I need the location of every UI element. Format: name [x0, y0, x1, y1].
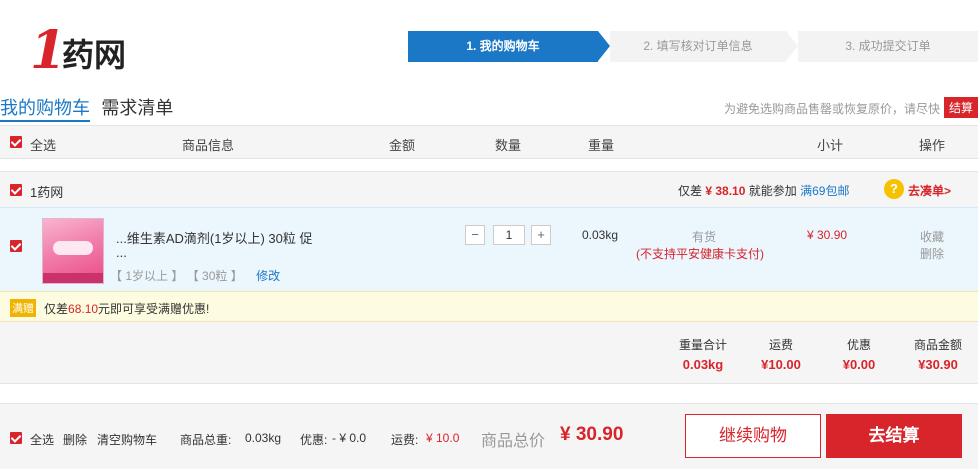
shop-name: 1药网 — [30, 185, 64, 200]
summary-goods: 商品金额 ¥30.90 — [903, 336, 973, 372]
stock-notice: 为避免选购商品售罄或恢复原价，请尽快 — [723, 102, 940, 116]
header-actions: 操作 — [919, 138, 946, 153]
item-checkbox[interactable] — [10, 240, 22, 252]
help-icon: ? — [884, 179, 904, 199]
step-arrow — [786, 31, 798, 61]
summary-discount-value: ¥0.00 — [842, 357, 876, 372]
product-name-line2[interactable]: ... — [116, 245, 127, 260]
footer-select-all-label: 全选 — [30, 433, 55, 447]
summary-shipping: 运费 ¥10.00 — [746, 336, 816, 372]
item-subtotal: ¥ 30.90 — [807, 228, 848, 242]
continue-shopping-button[interactable]: 继续购物 — [685, 414, 821, 458]
product-specs: 【 1岁以上 】 【 30粒 】 修改 — [110, 267, 280, 284]
footer-discount: - ¥ 0.0 — [332, 431, 367, 445]
summary-goods-label: 商品金额 — [913, 338, 962, 352]
svg-text:1: 1 — [30, 20, 66, 78]
checkout-button[interactable]: 去结算 — [826, 414, 962, 458]
summary-shipping-label: 运费 — [768, 338, 793, 352]
footer-delete-link[interactable]: 删除 — [63, 431, 87, 448]
clear-cart-link[interactable]: 清空购物车 — [97, 431, 157, 448]
tab-wishlist[interactable]: 需求清单 — [101, 96, 173, 120]
product-image[interactable] — [42, 218, 104, 284]
header-subtotal: 小计 — [817, 138, 844, 153]
product-image-pill — [53, 241, 93, 255]
item-weight: 0.03kg — [582, 228, 619, 242]
checkout-steps: 1. 我的购物车 2. 填写核对订单信息 3. 成功提交订单 — [408, 31, 978, 62]
gift-promo-tag: 满赠 — [10, 299, 36, 317]
gap-suffix: 就能参加 — [748, 184, 797, 198]
step-cart: 1. 我的购物车 — [408, 31, 598, 62]
step-fill-order: 2. 填写核对订单信息 — [610, 31, 786, 62]
summary-discount-label: 优惠 — [846, 338, 871, 352]
promo-amount: 68.10 — [68, 302, 99, 316]
header-quantity: 数量 — [495, 138, 522, 153]
delete-item-link[interactable]: 删除 — [920, 245, 944, 262]
total-weight-label: 商品总重: — [180, 433, 232, 447]
decrease-quantity-button[interactable]: − — [465, 225, 485, 245]
select-all-checkbox[interactable] — [10, 136, 22, 148]
promo-prefix: 仅差 — [44, 302, 69, 316]
total-weight: 0.03kg — [245, 431, 282, 445]
stock-status: 有货 — [692, 230, 717, 244]
favorite-link[interactable]: 收藏 — [920, 228, 944, 245]
footer-shipping: ¥ 10.0 — [426, 431, 460, 445]
gift-promo-text: 仅差68.10元即可享受满赠优惠! — [44, 300, 209, 317]
cart-tabs: 我的购物车 需求清单 — [0, 96, 181, 124]
shop-checkbox[interactable] — [10, 184, 22, 196]
footer-discount-label: 优惠: — [300, 433, 328, 447]
free-shipping-hint: 仅差 ¥ 38.10 就能参加 满69包邮 — [678, 182, 849, 199]
promo-suffix: 元即可享受满赠优惠! — [98, 302, 210, 316]
total-price: ¥ 30.90 — [560, 424, 624, 445]
increase-quantity-button[interactable]: + — [531, 225, 551, 245]
header-amount: 金额 — [389, 138, 416, 153]
cart-table-header: 全选 商品信息 金额 数量 重量 小计 操作 — [0, 125, 978, 159]
summary-weight: 重量合计 0.03kg — [668, 336, 738, 372]
spec-age: 【 1岁以上 】 — [110, 269, 184, 283]
shop-row: 1药网 仅差 ¥ 38.10 就能参加 满69包邮 ? 去凑单> — [0, 171, 978, 207]
cart-footer: 全选 删除 清空购物车 商品总重: 0.03kg 优惠: - ¥ 0.0 运费:… — [0, 403, 978, 469]
header-product-info: 商品信息 — [182, 138, 235, 153]
gap-amount: ¥ 38.10 — [705, 184, 746, 198]
summary-shipping-value: ¥10.00 — [761, 357, 801, 372]
cart-item-row: ...维生素AD滴剂(1岁以上) 30粒 促 ... 【 1岁以上 】 【 30… — [0, 207, 978, 291]
svg-text:药网: 药网 — [62, 36, 126, 74]
header-weight: 重量 — [588, 138, 615, 153]
quick-checkout-button[interactable]: 结算 — [943, 97, 978, 118]
quantity-input[interactable]: 1 — [493, 225, 525, 245]
total-price-label: 商品总价 — [481, 433, 546, 450]
step-submit-order: 3. 成功提交订单 — [798, 31, 978, 62]
site-logo[interactable]: 1 药网 — [28, 18, 158, 78]
add-more-link[interactable]: 去凑单> — [908, 182, 951, 199]
gap-prefix: 仅差 — [678, 184, 703, 198]
free-shipping-link[interactable]: 满69包邮 — [800, 184, 849, 198]
footer-select-all-checkbox[interactable] — [10, 432, 22, 444]
step-arrow — [598, 31, 610, 61]
product-image-band — [43, 273, 103, 283]
product-name[interactable]: ...维生素AD滴剂(1岁以上) 30粒 促 — [116, 228, 336, 247]
spec-count: 【 30粒 】 — [186, 269, 243, 283]
payment-note: (不支持平安健康卡支付) — [636, 247, 764, 261]
edit-spec-link[interactable]: 修改 — [256, 269, 280, 283]
summary-discount: 优惠 ¥0.00 — [824, 336, 894, 372]
tab-my-cart[interactable]: 我的购物车 — [0, 96, 90, 122]
summary-goods-value: ¥30.90 — [918, 357, 958, 372]
order-summary: 重量合计 0.03kg 运费 ¥10.00 优惠 ¥0.00 商品金额 ¥30.… — [0, 322, 978, 384]
footer-shipping-label: 运费: — [391, 433, 419, 447]
summary-weight-label: 重量合计 — [678, 338, 727, 352]
gift-promo-bar: 满赠 仅差68.10元即可享受满赠优惠! — [0, 291, 978, 322]
select-all-label: 全选 — [30, 138, 57, 153]
summary-weight-value: 0.03kg — [682, 357, 724, 372]
